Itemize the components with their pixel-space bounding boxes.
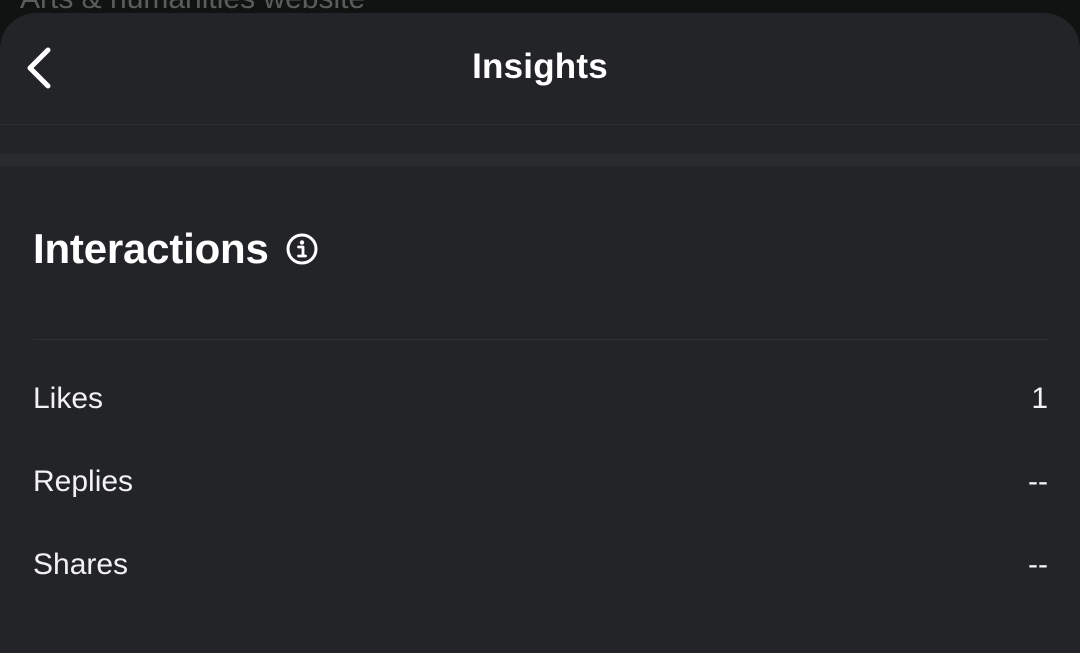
replies-label: Replies xyxy=(33,465,134,498)
metric-row-replies: Replies -- xyxy=(33,457,1048,507)
shares-label: Shares xyxy=(33,548,129,581)
page-title: Insights xyxy=(472,47,608,86)
interactions-header: Interactions xyxy=(33,225,318,273)
section-divider xyxy=(0,154,1080,166)
section-title: Interactions xyxy=(33,225,269,272)
shares-value: -- xyxy=(1028,548,1048,581)
metric-row-shares: Shares -- xyxy=(33,540,1048,590)
replies-value: -- xyxy=(1028,465,1048,498)
likes-label: Likes xyxy=(33,382,104,415)
nav-bar: Insights xyxy=(0,13,1080,125)
metric-row-likes: Likes 1 xyxy=(33,374,1048,424)
insights-sheet: Insights Interactions Likes 1 Replies --… xyxy=(0,13,1080,653)
likes-value: 1 xyxy=(1031,382,1048,415)
section-rule xyxy=(33,339,1048,340)
info-icon[interactable] xyxy=(286,233,318,265)
